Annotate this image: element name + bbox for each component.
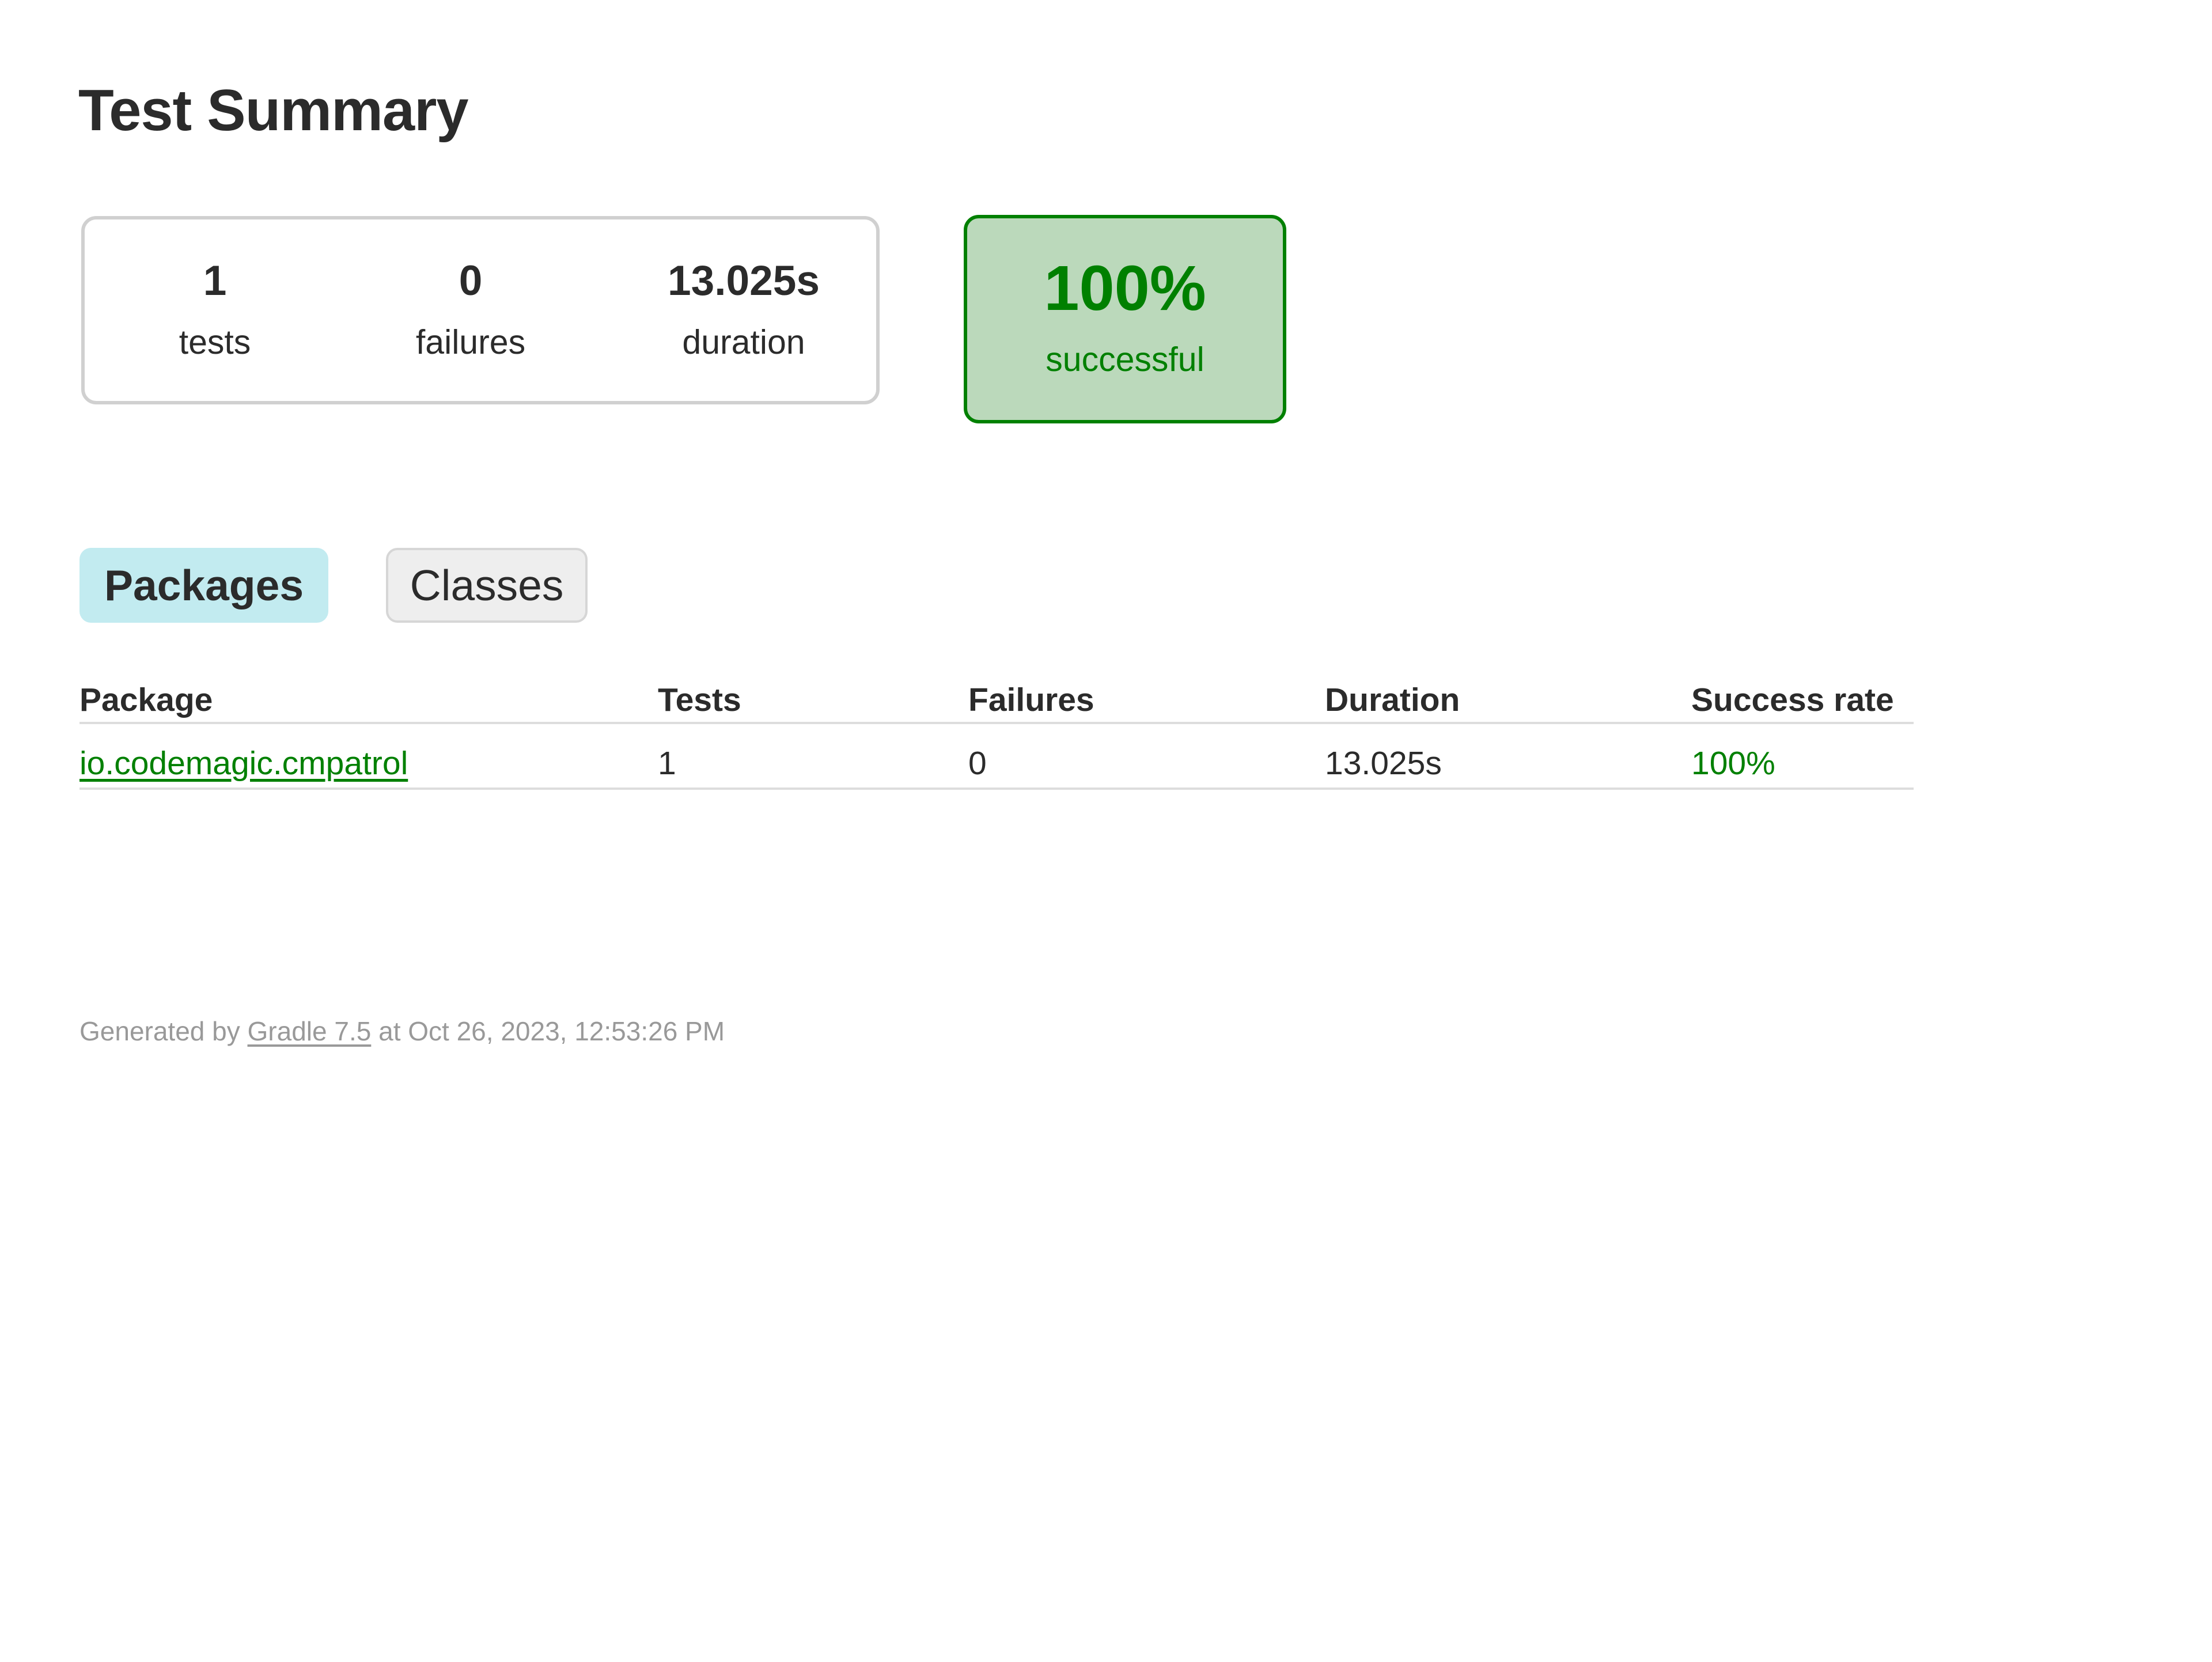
summary-counters: 1 tests 0 failures 13.025s duration <box>81 216 880 404</box>
tab-packages[interactable]: Packages <box>79 548 328 623</box>
tests-label: tests <box>179 323 251 361</box>
failures-label: failures <box>415 323 526 361</box>
footer-prefix: Generated by <box>79 1016 248 1046</box>
package-link[interactable]: io.codemagic.cmpatrol <box>79 745 408 782</box>
cell-duration: 13.025s <box>1325 745 1442 782</box>
header-success-rate: Success rate <box>1691 682 1894 718</box>
success-rate-label: successful <box>1046 340 1205 378</box>
tests-count: 1 <box>203 258 227 304</box>
duration-label: duration <box>682 323 805 361</box>
header-duration: Duration <box>1325 682 1460 718</box>
cell-success-rate: 100% <box>1691 745 1775 782</box>
gradle-link[interactable]: Gradle 7.5 <box>248 1016 372 1046</box>
header-tests: Tests <box>658 682 741 718</box>
footer-timestamp: at Oct 26, 2023, 12:53:26 PM <box>371 1016 725 1046</box>
header-package: Package <box>79 682 213 718</box>
success-rate-value: 100% <box>1044 253 1206 324</box>
duration-value: 13.025s <box>668 258 820 304</box>
cell-package: io.codemagic.cmpatrol <box>79 743 408 783</box>
page-title: Test Summary <box>78 78 469 143</box>
cell-failures: 0 <box>968 745 987 782</box>
header-divider <box>79 722 1914 724</box>
header-failures: Failures <box>968 682 1094 718</box>
failures-count: 0 <box>459 258 483 304</box>
row-divider <box>79 788 1914 790</box>
cell-tests: 1 <box>658 745 676 782</box>
tab-classes[interactable]: Classes <box>386 548 588 623</box>
footer: Generated by Gradle 7.5 at Oct 26, 2023,… <box>79 1015 725 1047</box>
success-rate-box: 100% successful <box>964 215 1286 423</box>
